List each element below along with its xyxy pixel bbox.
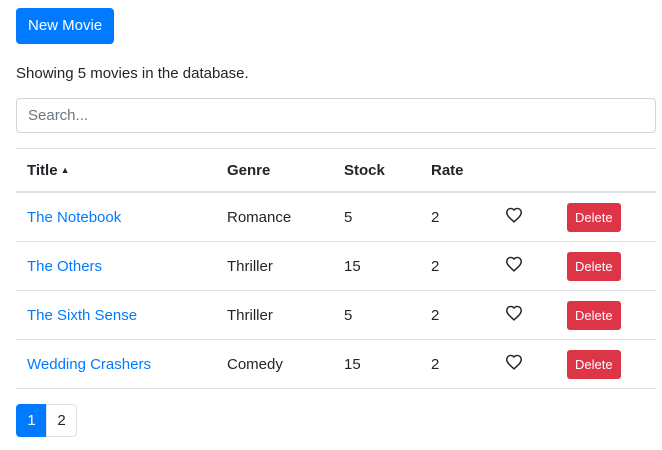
table-row: The Others Thriller 15 2 Delete	[16, 241, 656, 291]
movie-stock: 5	[333, 192, 420, 242]
movie-title-cell: The Sixth Sense	[16, 290, 216, 340]
column-header-genre[interactable]: Genre	[216, 148, 333, 193]
delete-button[interactable]: Delete	[567, 202, 621, 232]
actions-cell: Delete	[556, 192, 656, 242]
table-header-row: Title ▲ Genre Stock Rate	[16, 148, 656, 193]
search-input[interactable]	[16, 98, 656, 133]
delete-button[interactable]: Delete	[567, 349, 621, 379]
movie-rate: 2	[420, 241, 494, 291]
movie-title-link[interactable]: The Sixth Sense	[27, 307, 137, 324]
column-header-title-label: Title	[27, 161, 58, 179]
movie-genre: Thriller	[216, 290, 333, 340]
new-movie-button[interactable]: New Movie	[16, 8, 115, 44]
table-body: The Notebook Romance 5 2 Delete The Others Thr…	[16, 192, 656, 389]
movie-stock: 5	[333, 290, 420, 340]
column-header-actions	[556, 148, 656, 193]
table-row: The Sixth Sense Thriller 5 2 Delete	[16, 290, 656, 340]
page-link-1[interactable]: 1	[16, 404, 47, 437]
movie-rate: 2	[420, 290, 494, 340]
table-row: The Notebook Romance 5 2 Delete	[16, 192, 656, 242]
movie-stock: 15	[333, 241, 420, 291]
actions-cell: Delete	[556, 290, 656, 340]
heart-icon[interactable]	[505, 256, 523, 272]
movie-title-link[interactable]: Wedding Crashers	[27, 356, 151, 373]
heart-icon[interactable]	[505, 207, 523, 223]
movies-table-container: Title ▲ Genre Stock Rate The Notebook Roma…	[16, 148, 656, 389]
column-header-title[interactable]: Title ▲	[16, 148, 216, 193]
movie-title-cell: The Notebook	[16, 192, 216, 242]
like-cell	[494, 290, 556, 340]
delete-button[interactable]: Delete	[567, 300, 621, 330]
delete-button[interactable]: Delete	[567, 251, 621, 281]
movie-title-cell: Wedding Crashers	[16, 339, 216, 389]
movie-count-summary: Showing 5 movies in the database.	[16, 65, 249, 82]
movie-genre: Thriller	[216, 241, 333, 291]
column-header-like	[494, 148, 556, 193]
movie-title-link[interactable]: The Others	[27, 258, 102, 275]
like-cell	[494, 339, 556, 389]
column-header-rate[interactable]: Rate	[420, 148, 494, 193]
movie-title-link[interactable]: The Notebook	[27, 209, 121, 226]
like-cell	[494, 192, 556, 242]
table-row: Wedding Crashers Comedy 15 2 Delete	[16, 339, 656, 389]
pagination: 1 2	[16, 404, 77, 437]
movies-page: New Movie Showing 5 movies in the databa…	[0, 0, 662, 450]
movie-title-cell: The Others	[16, 241, 216, 291]
actions-cell: Delete	[556, 339, 656, 389]
column-header-stock[interactable]: Stock	[333, 148, 420, 193]
movies-table: Title ▲ Genre Stock Rate The Notebook Roma…	[16, 148, 656, 389]
movie-rate: 2	[420, 339, 494, 389]
page-link-2[interactable]: 2	[46, 404, 77, 437]
heart-icon[interactable]	[505, 354, 523, 370]
movie-genre: Comedy	[216, 339, 333, 389]
like-cell	[494, 241, 556, 291]
movie-rate: 2	[420, 192, 494, 242]
actions-cell: Delete	[556, 241, 656, 291]
caret-up-icon: ▲	[60, 164, 70, 175]
movie-genre: Romance	[216, 192, 333, 242]
movie-stock: 15	[333, 339, 420, 389]
heart-icon[interactable]	[505, 305, 523, 321]
